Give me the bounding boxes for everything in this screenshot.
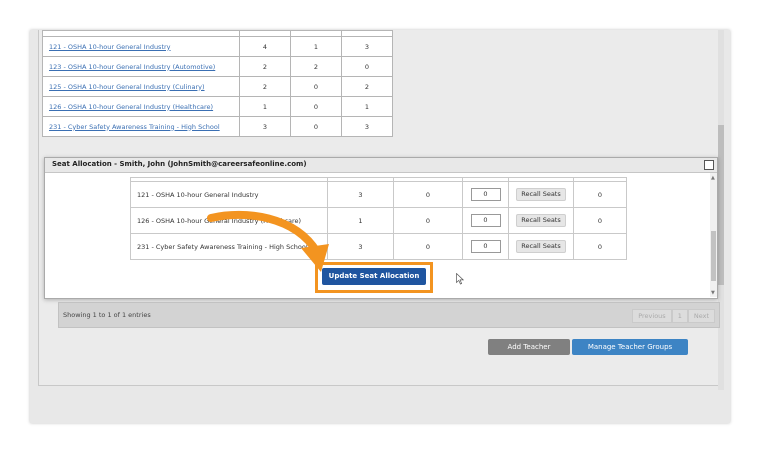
modal-scrollbar[interactable]: ▲ ▼ — [710, 173, 717, 297]
cell-value: 1 — [239, 96, 291, 117]
seat-count-input[interactable]: 0 — [470, 188, 501, 201]
cell-value: 0 — [290, 76, 342, 97]
scroll-up-icon[interactable]: ▲ — [711, 175, 715, 181]
previous-button[interactable]: Previous — [632, 309, 672, 323]
recall-seats-button[interactable]: Recall Seats — [516, 214, 566, 227]
pagination: Previous 1 Next — [632, 309, 715, 323]
modal-header: Seat Allocation - Smith, John (JohnSmith… — [45, 158, 717, 173]
table-row: 231 - Cyber Safety Awareness Training - … — [42, 116, 393, 137]
seats-total: 1 — [327, 207, 394, 234]
cell-value: 3 — [239, 116, 291, 137]
table-row: 121 - OSHA 10-hour General Industry 4 1 … — [42, 36, 393, 57]
manage-teacher-groups-button[interactable]: Manage Teacher Groups — [572, 339, 688, 355]
seats-available: 0 — [573, 233, 627, 260]
seat-count-input[interactable]: 0 — [470, 240, 501, 253]
seat-count-input[interactable]: 0 — [470, 214, 501, 227]
seats-total: 3 — [327, 181, 394, 208]
course-link[interactable]: 121 - OSHA 10-hour General Industry — [49, 43, 171, 51]
table-row: 126 - OSHA 10-hour General Industry (Hea… — [42, 96, 393, 117]
course-link[interactable]: 125 - OSHA 10-hour General Industry (Cul… — [49, 83, 205, 91]
cell-value: 1 — [290, 36, 342, 57]
scroll-down-icon[interactable]: ▼ — [711, 290, 715, 296]
course-link[interactable]: 231 - Cyber Safety Awareness Training - … — [49, 123, 220, 131]
seats-available: 0 — [573, 181, 627, 208]
seats-available: 0 — [573, 207, 627, 234]
recall-seats-button[interactable]: Recall Seats — [516, 188, 566, 201]
close-icon[interactable] — [704, 160, 714, 170]
page-number[interactable]: 1 — [671, 309, 688, 323]
cell-value: 2 — [341, 76, 393, 97]
cell-value: 0 — [341, 56, 393, 77]
add-teacher-button[interactable]: Add Teacher — [488, 339, 570, 355]
page-scrollbar[interactable] — [718, 30, 724, 390]
course-link[interactable]: 126 - OSHA 10-hour General Industry (Hea… — [49, 103, 213, 111]
mouse-cursor-icon — [456, 273, 464, 285]
cell-value: 3 — [341, 36, 393, 57]
table-footer: Showing 1 to 1 of 1 entries Previous 1 Nex… — [58, 302, 720, 328]
modal-title: Seat Allocation - Smith, John (JohnSmith… — [52, 160, 307, 168]
cell-value: 3 — [341, 116, 393, 137]
table-row: 125 - OSHA 10-hour General Industry (Cul… — [42, 76, 393, 97]
course-table: 121 - OSHA 10-hour General Industry 4 1 … — [42, 30, 393, 137]
entries-info: Showing 1 to 1 of 1 entries — [63, 311, 151, 319]
cell-value: 4 — [239, 36, 291, 57]
cell-value: 2 — [239, 56, 291, 77]
next-button[interactable]: Next — [687, 309, 715, 323]
seats-total: 3 — [327, 233, 394, 260]
modal-scrollbar-thumb[interactable] — [711, 231, 716, 281]
seats-used: 0 — [393, 233, 463, 260]
cell-value: 0 — [290, 116, 342, 137]
cell-value: 2 — [290, 56, 342, 77]
update-seat-allocation-button[interactable]: Update Seat Allocation — [322, 268, 426, 285]
table-row: 121 - OSHA 10-hour General Industry 3 0 … — [130, 181, 627, 208]
course-link[interactable]: 123 - OSHA 10-hour General Industry (Aut… — [49, 63, 215, 71]
seats-used: 0 — [393, 181, 463, 208]
page-scrollbar-thumb[interactable] — [718, 125, 724, 285]
app-window: 121 - OSHA 10-hour General Industry 4 1 … — [30, 30, 730, 423]
cell-value: 2 — [239, 76, 291, 97]
course-name: 121 - OSHA 10-hour General Industry — [130, 181, 328, 208]
cell-value: 0 — [290, 96, 342, 117]
cell-value: 1 — [341, 96, 393, 117]
recall-seats-button[interactable]: Recall Seats — [516, 240, 566, 253]
table-row: 123 - OSHA 10-hour General Industry (Aut… — [42, 56, 393, 77]
seats-used: 0 — [393, 207, 463, 234]
